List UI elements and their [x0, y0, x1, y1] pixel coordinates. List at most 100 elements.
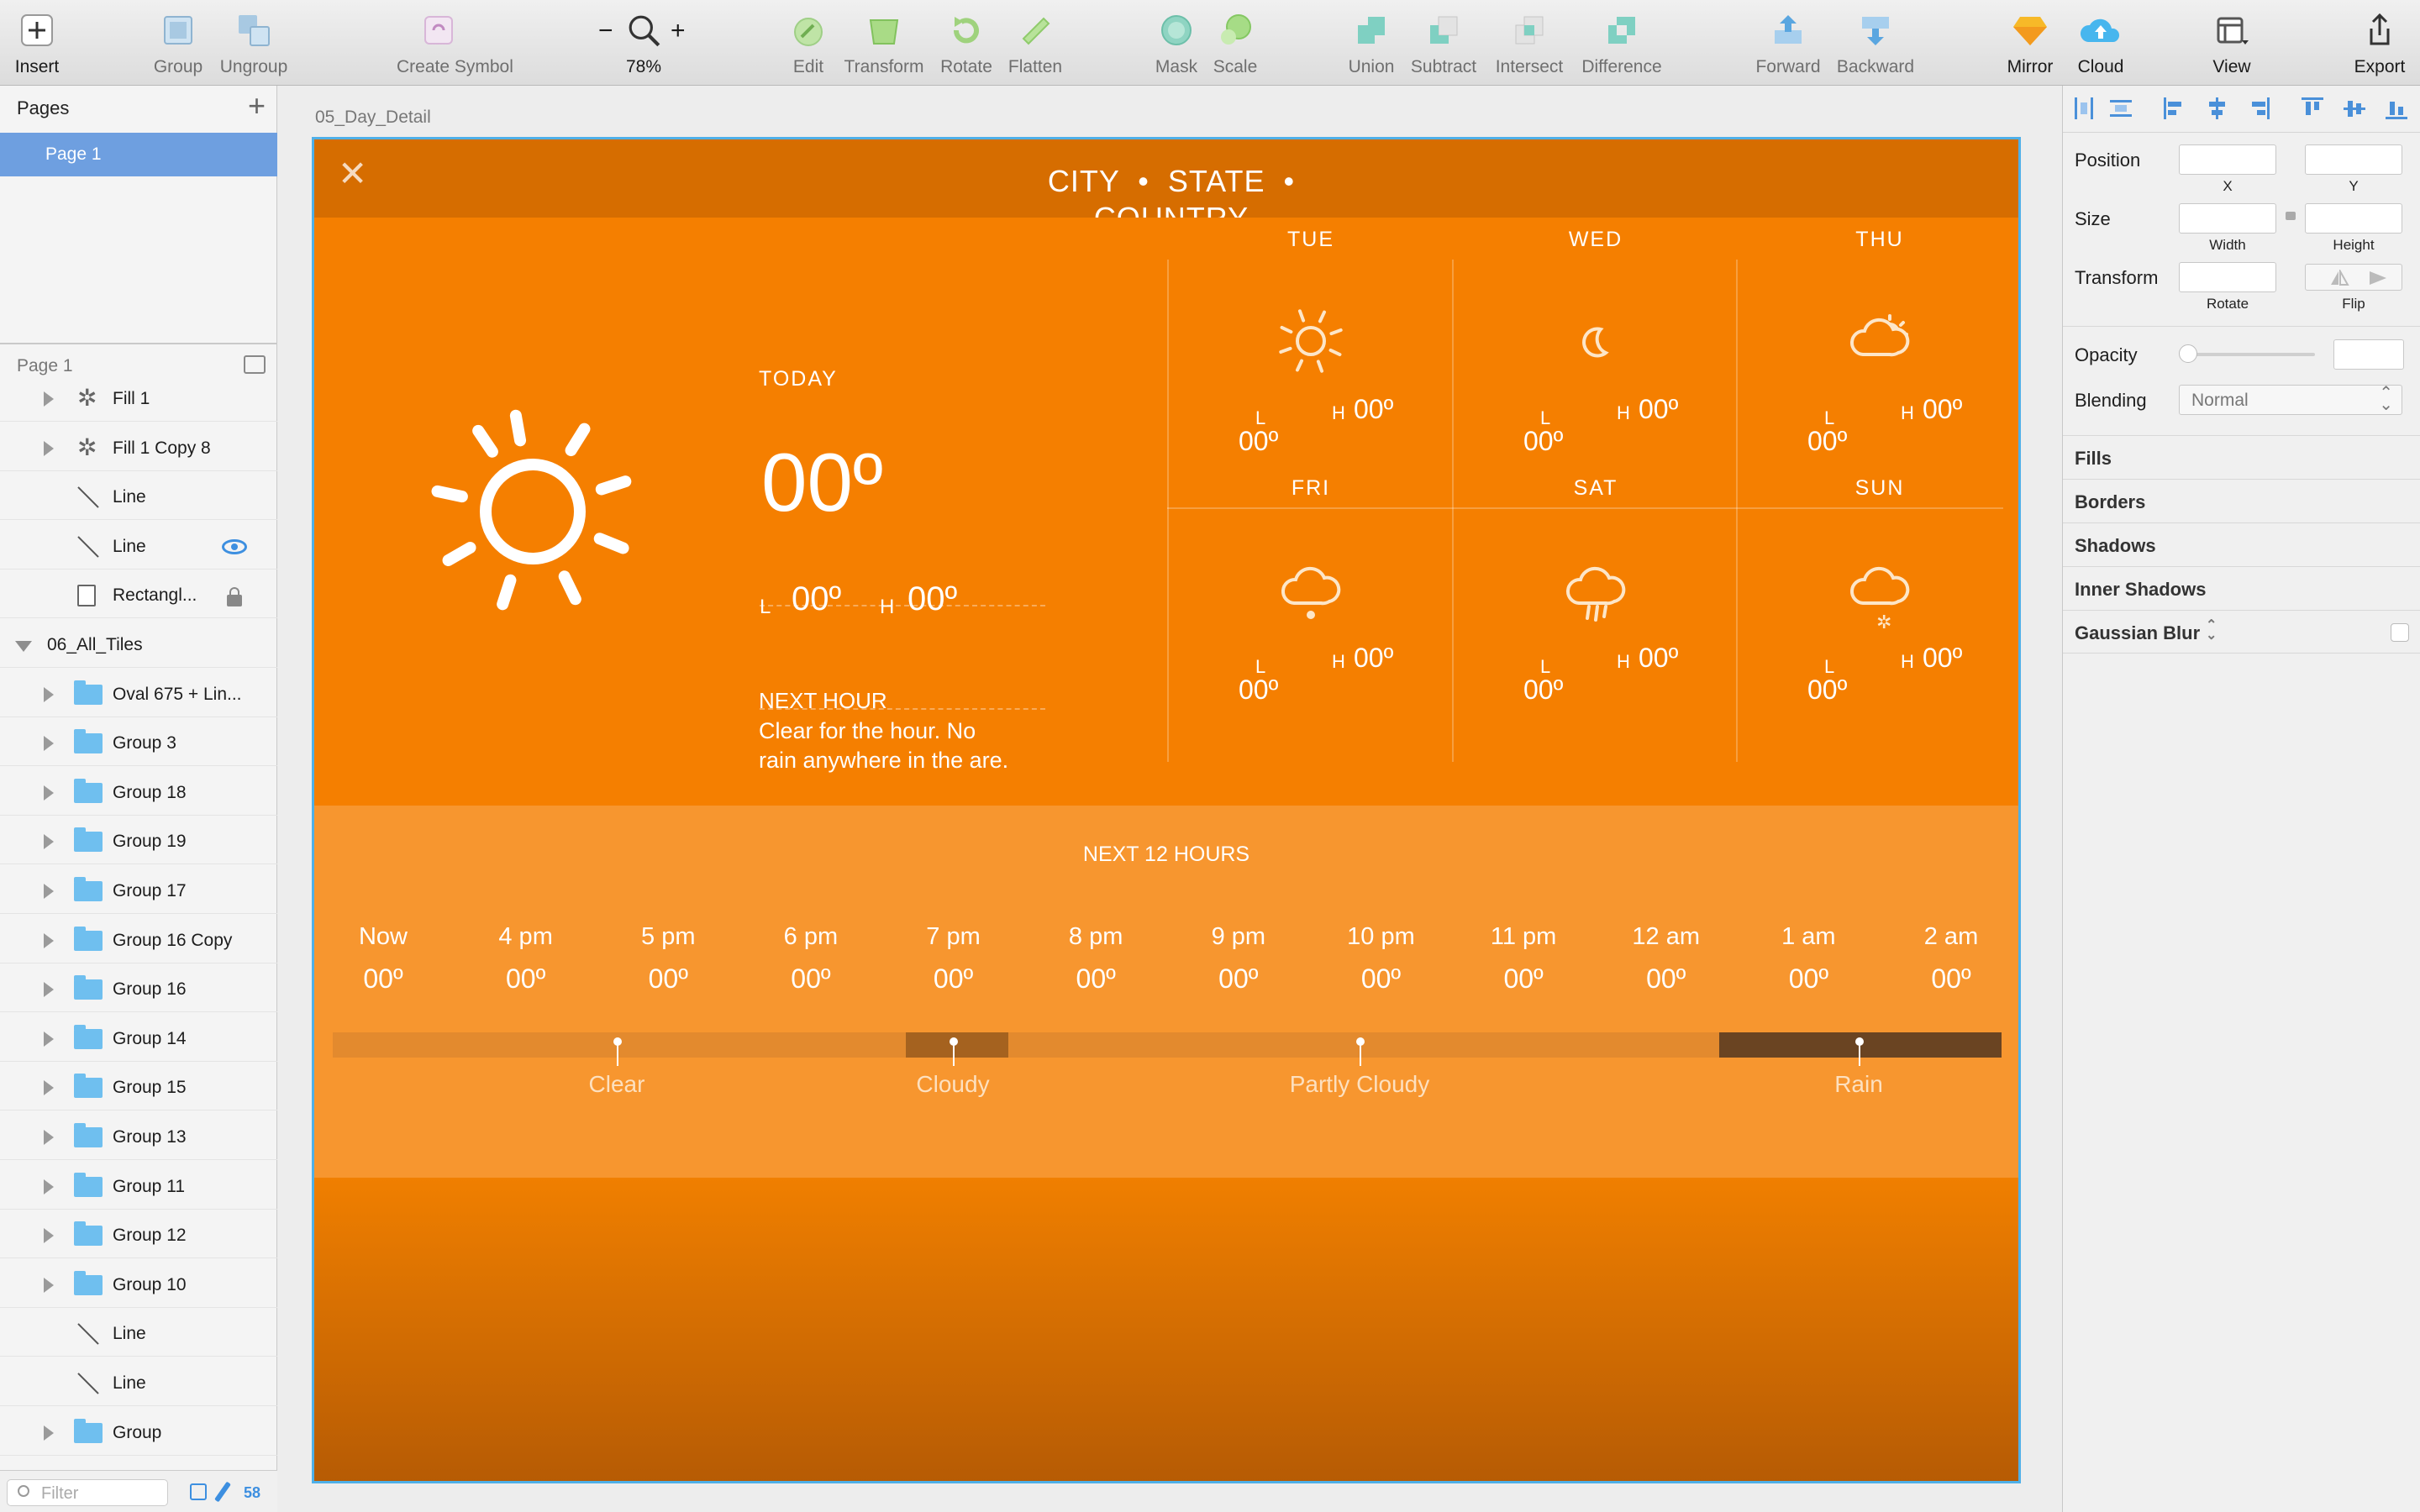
opacity-input[interactable] — [2333, 339, 2404, 370]
opacity-slider-thumb[interactable] — [2179, 344, 2197, 363]
edit-button[interactable]: Edit — [792, 8, 825, 82]
layer-row[interactable]: Group 12 — [0, 1213, 277, 1259]
disclosure-triangle-icon[interactable] — [44, 391, 54, 407]
ungroup-button[interactable]: Ungroup — [220, 8, 287, 82]
distribute-vertical-icon[interactable] — [2110, 97, 2132, 119]
symbols-filter-icon[interactable] — [190, 1483, 207, 1500]
disclosure-triangle-icon[interactable] — [44, 440, 54, 456]
disclosure-triangle-icon[interactable] — [44, 1130, 54, 1145]
layer-row[interactable]: Line — [0, 475, 277, 521]
create-symbol-button[interactable]: Create Symbol — [397, 8, 513, 82]
flatten-button[interactable]: Flatten — [1008, 8, 1062, 82]
chevron-updown-icon[interactable]: ⌃ ⌄ — [2206, 619, 2217, 643]
shadows-section[interactable]: Shadows — [2063, 522, 2420, 566]
width-input[interactable] — [2179, 203, 2276, 234]
align-center-icon[interactable] — [2206, 97, 2228, 119]
fills-section[interactable]: Fills — [2063, 435, 2420, 479]
scale-button[interactable]: Scale — [1213, 8, 1257, 82]
disclosure-triangle-icon[interactable] — [44, 1228, 54, 1244]
position-x-input[interactable] — [2179, 144, 2276, 175]
layer-row[interactable]: Line — [0, 1361, 277, 1406]
mask-button[interactable]: Mask — [1155, 8, 1197, 82]
lock-ratio-icon[interactable] — [2286, 212, 2296, 220]
day-forecast-fri[interactable]: FRI L H 00º 00º — [1169, 476, 1453, 728]
layer-row[interactable]: ✲ Fill 1 Copy 8 — [0, 426, 277, 471]
day-forecast-wed[interactable]: WED L H 00º 00º — [1454, 228, 1738, 480]
layer-row[interactable]: Group — [0, 1410, 277, 1456]
pen-icon[interactable] — [214, 1481, 231, 1503]
disclosure-triangle-icon[interactable] — [44, 1277, 54, 1293]
inner-shadows-section[interactable]: Inner Shadows — [2063, 566, 2420, 610]
rotate-button[interactable]: Rotate — [940, 8, 992, 82]
layer-row[interactable]: Group 16 Copy — [0, 918, 277, 963]
zoom-in-button[interactable]: + — [671, 17, 686, 45]
forward-button[interactable]: Forward — [1755, 8, 1821, 82]
align-right-icon[interactable] — [2248, 97, 2270, 119]
difference-button[interactable]: Difference — [1581, 8, 1662, 82]
position-y-input[interactable] — [2305, 144, 2402, 175]
disclosure-triangle-icon[interactable] — [44, 1031, 54, 1047]
disclosure-triangle-icon[interactable] — [44, 736, 54, 752]
layer-row[interactable]: Group 14 — [0, 1016, 277, 1062]
disclosure-triangle-icon[interactable] — [44, 1080, 54, 1096]
layer-row[interactable]: Group 10 — [0, 1263, 277, 1308]
gaussian-blur-section[interactable]: Gaussian Blur ⌃ ⌄ — [2063, 610, 2420, 654]
day-forecast-sat[interactable]: SAT L H 00º 00º — [1454, 476, 1738, 728]
align-bottom-icon[interactable] — [2386, 97, 2407, 119]
backward-button[interactable]: Backward — [1837, 8, 1914, 82]
artboard-day-detail[interactable]: ✕ CITY • STATE • COUNTRY TODAY 00º L 00º… — [312, 137, 2021, 1483]
rotate-input[interactable] — [2179, 262, 2276, 292]
gaussian-blur-checkbox[interactable] — [2391, 623, 2409, 642]
layer-row[interactable]: ✲ Fill 1 — [0, 376, 277, 422]
visibility-eye-icon[interactable] — [222, 538, 247, 554]
zoom-control[interactable]: − + 78% — [593, 8, 694, 82]
layer-row[interactable]: Rectangl... — [0, 573, 277, 619]
day-forecast-tue[interactable]: TUE L H 00º 00º — [1169, 228, 1453, 480]
filter-input[interactable]: Filter — [7, 1479, 168, 1506]
export-button[interactable]: Export — [2354, 8, 2405, 82]
blending-select[interactable]: Normal ⌃ ⌄ — [2179, 385, 2402, 415]
disclosure-triangle-icon[interactable] — [44, 1179, 54, 1194]
collapse-all-icon[interactable] — [244, 355, 266, 374]
layer-row[interactable]: Line — [0, 524, 277, 570]
disclosure-triangle-icon[interactable] — [44, 982, 54, 998]
layer-row[interactable]: Group 15 — [0, 1065, 277, 1111]
group-button[interactable]: Group — [154, 8, 203, 82]
layer-row[interactable]: Group 17 — [0, 869, 277, 914]
disclosure-triangle-icon[interactable] — [44, 686, 54, 702]
layer-row[interactable]: Group 3 — [0, 721, 277, 767]
height-input[interactable] — [2305, 203, 2402, 234]
subtract-button[interactable]: Subtract — [1411, 8, 1476, 82]
align-top-icon[interactable] — [2302, 97, 2323, 119]
layer-row[interactable]: Oval 675 + Lin... — [0, 672, 277, 717]
opacity-slider[interactable] — [2181, 353, 2315, 356]
disclosure-triangle-icon[interactable] — [44, 834, 54, 850]
flip-horizontal-icon[interactable] — [2329, 270, 2349, 286]
intersect-button[interactable]: Intersect — [1496, 8, 1563, 82]
flip-vertical-icon[interactable] — [2368, 270, 2388, 286]
layer-row[interactable]: 06_All_Tiles — [0, 622, 277, 668]
transform-button[interactable]: Transform — [844, 8, 923, 82]
layer-row[interactable]: Group 16 — [0, 967, 277, 1013]
disclosure-triangle-icon[interactable] — [44, 785, 54, 801]
layer-row[interactable]: Line — [0, 1311, 277, 1357]
layer-row[interactable]: Group 11 — [0, 1164, 277, 1210]
artboard-label[interactable]: 05_Day_Detail — [315, 108, 431, 128]
layer-row[interactable]: Group 19 — [0, 819, 277, 865]
disclosure-triangle-icon[interactable] — [15, 641, 32, 652]
borders-section[interactable]: Borders — [2063, 479, 2420, 522]
lock-icon[interactable] — [227, 587, 242, 607]
zoom-out-button[interactable]: − — [598, 17, 613, 45]
close-icon[interactable]: ✕ — [338, 156, 367, 192]
view-button[interactable]: View — [2212, 8, 2251, 82]
layer-row[interactable]: Group 18 — [0, 770, 277, 816]
add-page-icon[interactable]: + — [248, 91, 266, 121]
align-left-icon[interactable] — [2164, 97, 2186, 119]
insert-button[interactable]: Insert — [12, 8, 62, 82]
day-forecast-sun[interactable]: SUN ✲ L H 00º 00º — [1738, 476, 2018, 728]
disclosure-triangle-icon[interactable] — [44, 1425, 54, 1441]
mirror-button[interactable]: Mirror — [2007, 8, 2053, 82]
day-forecast-thu[interactable]: THU L H 00º 00º — [1738, 228, 2018, 480]
layer-row[interactable]: Group 13 — [0, 1115, 277, 1160]
page-list-item[interactable]: Page 1 — [0, 133, 277, 176]
